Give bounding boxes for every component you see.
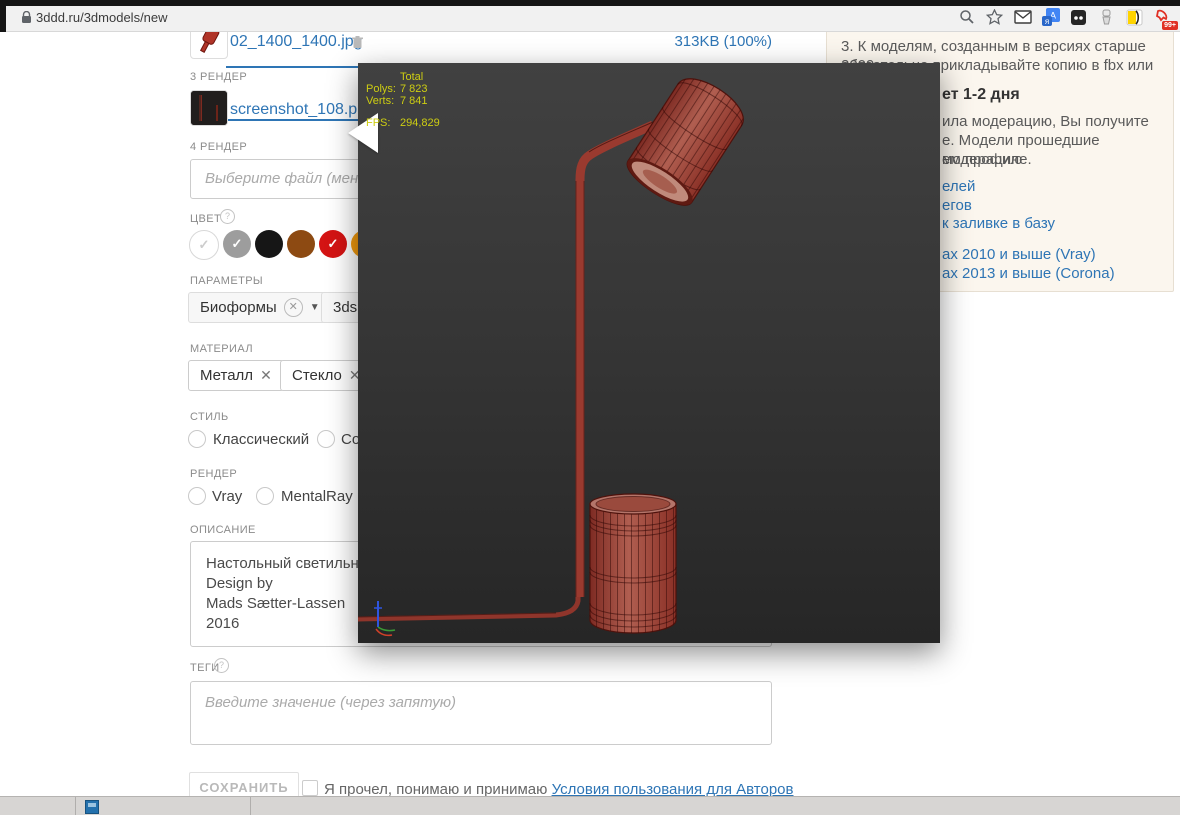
description-line: Design by [206,575,273,592]
style-label: СТИЛЬ [190,411,229,423]
remove-icon[interactable]: ✕ [283,298,303,317]
engine-option-label: Vray [212,488,243,505]
description-line: 2016 [206,615,240,632]
bottom-taskbar [0,796,1180,815]
svg-text:я: я [1044,17,1048,26]
color-help-icon[interactable]: ? [220,209,235,224]
extension-yellow-icon[interactable] [1125,8,1144,26]
window-top-edge [0,0,1180,6]
info-heading-fragment: ет 1-2 дня [942,86,1020,103]
model-preview-viewport: Total Polys: 7 823 Verts: 7 841 FPS: 294,82… [348,63,940,643]
info-link[interactable]: ах 2013 и выше (Corona) [942,264,1115,283]
extension-light-icon[interactable] [1097,8,1116,26]
remove-icon[interactable]: ✕ [260,367,272,384]
info-link[interactable]: к заливке в базу [942,214,1055,233]
wireframe-lamp-render [358,78,744,637]
file1-size: 313KB (100%) [674,33,772,50]
material-chip-metal[interactable]: Металл ✕ [188,360,284,391]
param-chip-bioforms[interactable]: Биоформы ✕ ▼ [188,292,332,323]
viewport-statistics: Total Polys: 7 823 Verts: 7 841 FPS: 294,82… [366,71,440,129]
notifications-icon[interactable]: 99+ [1153,8,1178,30]
stats-total-label: Total [400,71,424,83]
stats-polys-value: 7 823 [400,83,428,95]
style-radio-modern[interactable] [317,430,335,448]
info-link[interactable]: елей [942,177,975,196]
render4-label: 4 РЕНДЕР [190,141,248,153]
render3-thumbnail[interactable] [190,90,228,126]
style-option-label: Классический [213,431,310,448]
material-chip-label: Стекло [292,367,342,384]
color-swatch-black[interactable] [255,230,283,258]
stats-fps-value: 294,829 [400,117,440,129]
tags-help-icon[interactable]: ? [214,658,229,673]
file1-name-link[interactable]: 02_1400_1400.jpg [230,33,363,51]
agreement-checkbox[interactable] [302,780,318,796]
style-radio-classic[interactable] [188,430,206,448]
engine-radio-mentalray[interactable] [256,487,274,505]
color-swatch-grey[interactable]: ✓ [223,230,251,258]
params-label: ПАРАМЕТРЫ [190,275,264,287]
stats-fps-label: FPS: [366,117,391,129]
info-line: ила модерацию, Вы получите [942,113,1149,130]
color-swatch-brown[interactable] [287,230,315,258]
param-chip-label: Биоформы [200,299,277,316]
zoom-icon[interactable] [957,8,976,26]
info-link[interactable]: ах 2010 и выше (Vray) [942,245,1096,264]
mail-icon[interactable] [1013,8,1032,26]
notification-badge: 99+ [1162,21,1178,30]
render3-label: 3 РЕНДЕР [190,71,248,83]
chevron-down-icon: ▼ [309,302,320,313]
address-bar[interactable]: 3ddd.ru/3dmodels/new [36,10,168,25]
tags-placeholder: Введите значение (через запятую) [205,694,457,711]
color-swatch-white[interactable]: ✓ [189,230,219,260]
file1-delete-icon[interactable] [352,36,363,54]
stats-polys-label: Polys: [366,83,396,95]
stats-verts-label: Verts: [366,95,395,107]
engine-radio-vray[interactable] [188,487,206,505]
color-swatch-red[interactable]: ✓ [319,230,347,258]
stats-verts-value: 7 841 [400,95,428,107]
description-label: ОПИСАНИЕ [190,524,256,536]
bookmark-star-icon[interactable] [985,8,1004,26]
taskbar-app-icon[interactable] [85,800,99,814]
taskbar-divider [250,797,251,815]
description-line: Настольный светильник [206,555,374,572]
color-swatch-row: ✓ ✓ ✓ [189,230,379,260]
translate-icon[interactable]: Aя [1041,8,1060,26]
material-chip-label: Металл [200,367,254,384]
tags-textarea[interactable]: Введите значение (через запятую) [190,681,772,745]
lock-icon[interactable] [21,10,32,29]
description-line: Mads Sætter-Lassen [206,595,346,612]
engine-label: РЕНДЕР [190,468,238,480]
material-label: МАТЕРИАЛ [190,343,253,355]
extension-dark-icon[interactable] [1069,8,1088,26]
taskbar-divider [75,797,76,815]
engine-option-label: MentalRay [281,488,353,505]
info-line: ем профиле. [942,151,1032,168]
color-label: ЦВЕТ [190,213,222,225]
window-left-edge [0,0,6,32]
info-link[interactable]: егов [942,196,972,215]
